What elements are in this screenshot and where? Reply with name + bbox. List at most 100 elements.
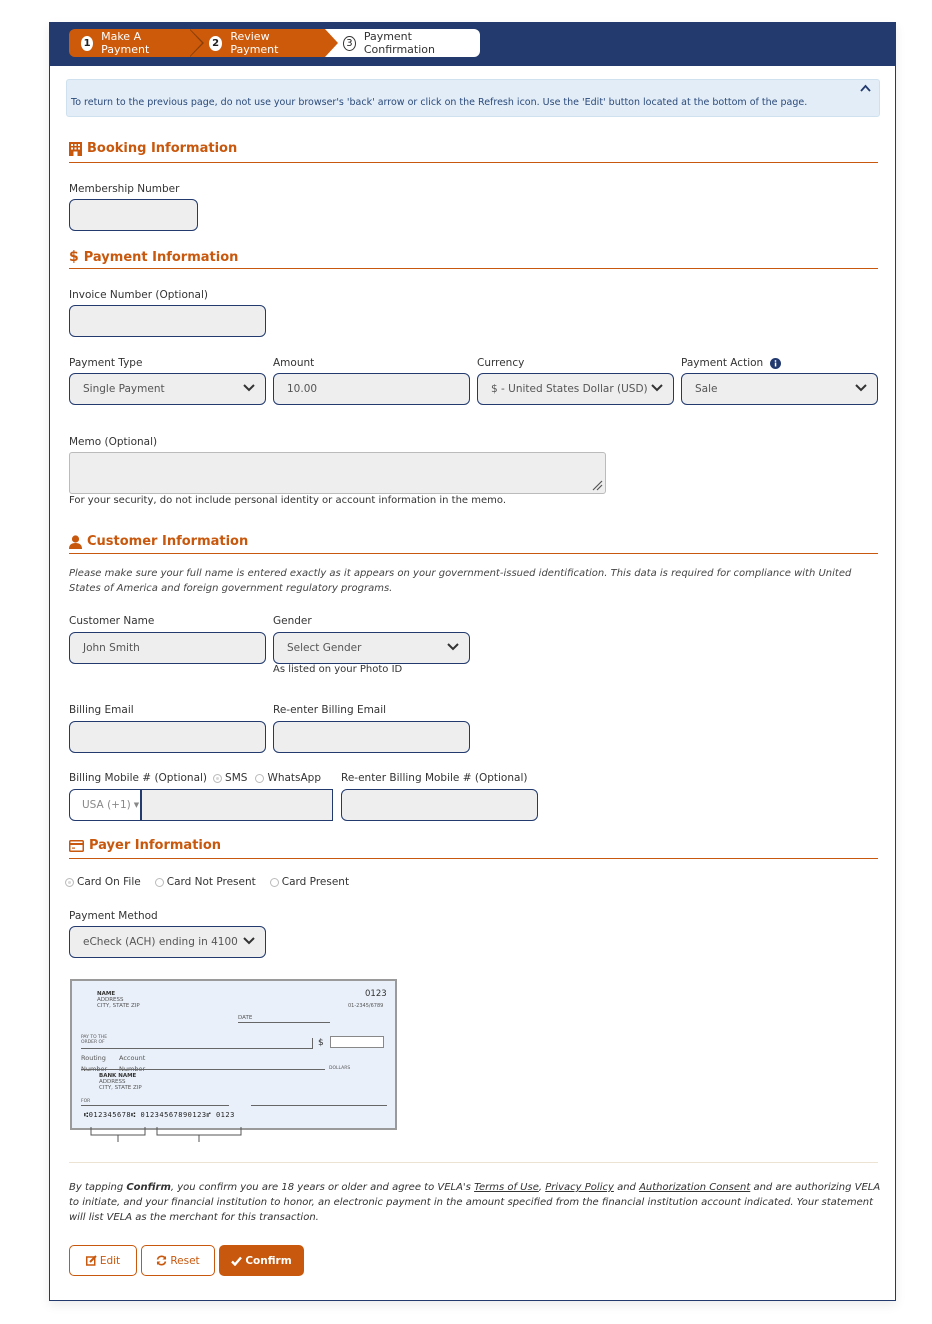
legal-text: and (613, 1182, 640, 1193)
gender-help-text: As listed on your Photo ID (273, 664, 403, 675)
edit-button-label: Edit (99, 1254, 121, 1267)
customer-notice: Please make sure your full name is enter… (69, 568, 852, 594)
memo-help-text: For your security, do not include person… (69, 495, 507, 506)
confirm-button[interactable]: Confirm (219, 1245, 304, 1276)
step-label: Review Payment (230, 30, 279, 56)
date-line (238, 1022, 330, 1023)
reenter-billing-email-input[interactable] (273, 721, 470, 753)
billing-mobile-label: Billing Mobile # (Optional) (69, 772, 208, 784)
membership-number-label: Membership Number (69, 183, 180, 195)
gender-label: Gender (273, 615, 312, 627)
invoice-number-input[interactable] (69, 305, 266, 337)
reenter-mobile-input[interactable] (341, 789, 538, 821)
chevron-down-icon (243, 383, 255, 395)
reset-button-label: Reset (170, 1254, 200, 1267)
reset-button[interactable]: Reset (141, 1245, 215, 1276)
check-micr-line: ⑆012345678⑆ 01234567890123⑈ 0123 (84, 1111, 235, 1119)
authorization-consent-link[interactable]: Authorization Consent (639, 1182, 750, 1193)
gender-value: Select Gender (287, 642, 362, 654)
payee-line (81, 1048, 313, 1049)
legal-text: By tapping (69, 1182, 127, 1193)
section-divider (69, 858, 878, 859)
customer-section-title: Customer Information (69, 534, 248, 549)
memo-textarea[interactable] (69, 452, 606, 494)
whatsapp-radio-option[interactable]: WhatsApp (255, 772, 321, 784)
card-not-present-option[interactable]: Card Not Present (154, 876, 256, 888)
customer-name-label: Customer Name (69, 615, 155, 627)
currency-value: $ - United States Dollar (USD) (491, 383, 648, 395)
gender-select[interactable]: Select Gender (273, 632, 470, 664)
signature-line (251, 1105, 387, 1106)
privacy-policy-link[interactable]: Privacy Policy (545, 1182, 614, 1193)
section-divider (69, 553, 878, 554)
billing-mobile-input[interactable] (141, 789, 333, 821)
confirm-button-label: Confirm (245, 1254, 292, 1267)
edit-icon (85, 1255, 97, 1266)
chevron-down-icon (855, 383, 867, 395)
memo-label: Memo (Optional) (69, 436, 158, 448)
info-icon[interactable] (770, 357, 782, 369)
section-title-text: Payer Information (89, 838, 222, 853)
routing-bracket (90, 1127, 146, 1142)
membership-number-input[interactable] (69, 199, 198, 231)
country-code-dropdown[interactable]: USA (+1) ▼ (69, 789, 141, 821)
whatsapp-label: WhatsApp (267, 772, 322, 784)
currency-select[interactable]: $ - United States Dollar (USD) (477, 373, 674, 405)
customer-name-input[interactable]: John Smith (69, 632, 266, 664)
building-icon (69, 141, 82, 156)
legal-text: , you confirm you are 18 years or older … (170, 1182, 475, 1193)
card-present-option[interactable]: Card Present (269, 876, 349, 888)
resize-handle-icon[interactable] (591, 479, 603, 494)
check-number: 0123 (365, 989, 387, 999)
chevron-down-icon (243, 936, 255, 948)
sms-radio-option[interactable]: SMS (213, 772, 247, 784)
sms-radio[interactable] (213, 773, 223, 783)
legal-divider (69, 1162, 878, 1163)
card-on-file-radio[interactable] (65, 877, 74, 887)
payee-line-end (312, 1038, 313, 1049)
card-present-radio[interactable] (269, 877, 279, 887)
payment-type-value: Single Payment (83, 383, 165, 395)
amount-label: Amount (273, 357, 315, 369)
reenter-mobile-label: Re-enter Billing Mobile # (Optional) (341, 772, 528, 784)
invoice-number-label: Invoice Number (Optional) (69, 289, 208, 301)
check-dollar-sign: $ (318, 1038, 324, 1048)
payment-action-label-text: Payment Action (681, 357, 764, 369)
billing-mobile-label-row: Billing Mobile # (Optional) SMS WhatsApp (69, 772, 335, 784)
billing-email-label: Billing Email (69, 704, 134, 716)
payment-action-value: Sale (695, 383, 718, 395)
account-label: Account (119, 1054, 146, 1062)
payment-type-select[interactable]: Single Payment (69, 373, 266, 405)
card-type-radio-group: Card On File Card Not Present Card Prese… (65, 876, 363, 888)
payment-action-select[interactable]: Sale (681, 373, 878, 405)
credit-card-icon (69, 839, 84, 852)
check-order-of: ORDER OF (81, 1040, 105, 1045)
currency-label: Currency (477, 357, 525, 369)
amount-input[interactable]: 10.00 (273, 373, 470, 405)
chevron-up-icon[interactable] (860, 81, 871, 95)
step-number: 1 (81, 35, 94, 51)
check-illustration: NAME ADDRESS CITY, STATE ZIP 0123 01-234… (70, 979, 397, 1130)
billing-email-input[interactable] (69, 721, 266, 753)
card-on-file-label: Card On File (77, 876, 141, 888)
memo-line (81, 1105, 229, 1106)
notice-text: To return to the previous page, do not u… (71, 97, 808, 108)
payment-type-label: Payment Type (69, 357, 143, 369)
navigation-notice: To return to the previous page, do not u… (66, 79, 880, 117)
chevron-down-icon (447, 642, 459, 654)
edit-button[interactable]: Edit (69, 1245, 137, 1276)
terms-of-use-link[interactable]: Terms of Use (474, 1182, 539, 1193)
card-not-present-radio[interactable] (154, 877, 164, 887)
whatsapp-radio[interactable] (255, 773, 265, 783)
payment-method-select[interactable]: eCheck (ACH) ending in 4100 (69, 926, 266, 958)
payment-form-panel: 1 Make A Payment 2 Review Payment 3 Paym… (49, 22, 896, 1301)
chevron-down-icon (651, 383, 663, 395)
legal-confirm-word: Confirm (126, 1182, 171, 1193)
step-review-payment: 2 Review Payment (189, 29, 338, 57)
section-title-text: Customer Information (87, 534, 249, 549)
progress-steps: 1 Make A Payment 2 Review Payment 3 Paym… (69, 29, 480, 57)
payer-section-title: Payer Information (69, 838, 221, 853)
card-on-file-option[interactable]: Card On File (65, 876, 141, 888)
card-not-present-label: Card Not Present (166, 876, 256, 888)
checkmark-icon (231, 1256, 243, 1266)
